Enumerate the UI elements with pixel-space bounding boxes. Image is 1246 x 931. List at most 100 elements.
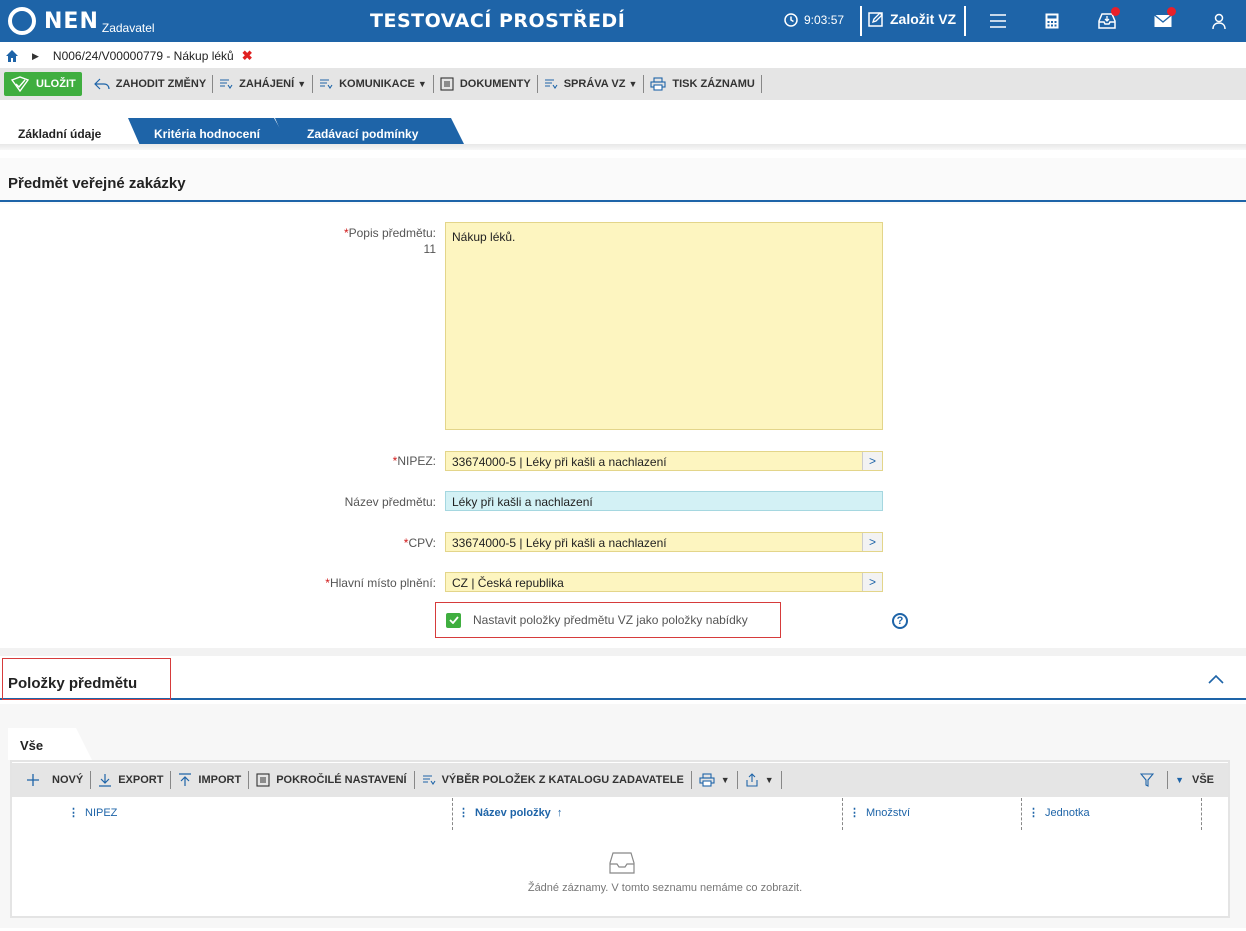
divider <box>760 75 762 93</box>
new-item-button[interactable]: NOVÝ <box>12 773 90 787</box>
column-header-nazev[interactable]: ⋮ Název položky ↑ <box>458 806 563 820</box>
menu-icon[interactable] <box>988 11 1008 31</box>
column-separator <box>1021 798 1022 830</box>
share-icon <box>746 773 758 787</box>
section-subject-header: Předmět veřejné zakázky <box>0 172 1246 202</box>
communication-menu-button[interactable]: KOMUNIKACE ▼ <box>313 72 433 96</box>
mail-icon[interactable] <box>1153 7 1176 31</box>
sort-arrow-icon: ↑ <box>556 806 563 819</box>
dropdown-caret-icon: ▼ <box>720 775 730 785</box>
clock-icon <box>784 13 798 27</box>
close-icon[interactable]: ✖ <box>242 48 253 64</box>
help-icon[interactable]: ? <box>892 613 908 629</box>
share-menu-button[interactable]: ▼ <box>738 773 781 787</box>
breadcrumb: ▶ N006/24/V00000779 - Nákup léků ✖ <box>0 46 1246 66</box>
notification-dot <box>1167 7 1176 16</box>
plus-icon <box>27 774 39 786</box>
environment-title: TESTOVACÍ PROSTŘEDÍ <box>370 10 626 32</box>
undo-icon <box>93 78 110 90</box>
name-field[interactable]: Léky při kašli a nachlazení <box>445 491 883 511</box>
tab-label: Základní údaje <box>18 127 102 141</box>
cpv-value: 33674000-5 | Léky při kašli a nachlazení <box>452 536 667 550</box>
document-icon <box>256 773 270 787</box>
logo-text: NEN <box>44 8 99 34</box>
chevron-right-icon[interactable]: > <box>862 573 882 591</box>
chevron-up-icon[interactable] <box>1208 674 1224 684</box>
dropdown-caret-icon: ▼ <box>417 79 427 89</box>
column-header-jednotka[interactable]: ⋮ Jednotka <box>1028 806 1090 820</box>
print-menu-button[interactable]: ▼ <box>692 773 737 787</box>
divider <box>780 771 782 789</box>
advanced-settings-button[interactable]: POKROČILÉ NASTAVENÍ <box>249 773 413 787</box>
items-as-offer-checkbox[interactable] <box>446 612 461 628</box>
documents-button[interactable]: DOKUMENTY <box>434 72 537 96</box>
export-button[interactable]: EXPORT <box>91 773 170 787</box>
session-clock: 9:03:57 <box>784 13 844 27</box>
documents-label: DOKUMENTY <box>459 78 531 90</box>
print-record-button[interactable]: TISK ZÁZNAMU <box>644 72 761 96</box>
import-button[interactable]: IMPORT <box>171 773 248 787</box>
column-header-mnozstvi[interactable]: ⋮ Množství <box>849 806 910 820</box>
new-label: NOVÝ <box>52 774 84 786</box>
tab-label: Kritéria hodnocení <box>154 127 261 141</box>
discard-changes-button[interactable]: ZAHODIT ZMĚNY <box>88 72 212 96</box>
list-icon <box>422 775 436 785</box>
import-label: IMPORT <box>198 774 242 786</box>
export-label: EXPORT <box>118 774 164 786</box>
breadcrumb-current[interactable]: N006/24/V00000779 - Nákup léků <box>53 49 234 63</box>
logo-circle-icon <box>8 7 36 35</box>
cpv-field[interactable]: 33674000-5 | Léky při kašli a nachlazení… <box>445 532 883 552</box>
column-header-nipez[interactable]: ⋮ NIPEZ <box>68 806 118 820</box>
column-label: NIPEZ <box>85 806 118 819</box>
save-button[interactable]: ULOŽIT <box>4 72 82 96</box>
section-items-header: Položky předmětu <box>0 670 1246 700</box>
catalog-selection-button[interactable]: VÝBĚR POLOŽEK Z KATALOGU ZADAVATELE <box>415 774 691 786</box>
view-all-dropdown[interactable]: ▼ VŠE <box>1168 774 1228 786</box>
view-all-label: VŠE <box>1191 774 1214 786</box>
place-field[interactable]: CZ | Česká republika > <box>445 572 883 592</box>
edit-icon <box>868 12 883 27</box>
chevron-right-icon[interactable]: > <box>862 452 882 470</box>
tab-label: Zadávací podmínky <box>307 127 419 141</box>
description-char-count: 11 <box>423 242 436 256</box>
start-label: ZAHÁJENÍ <box>239 78 295 90</box>
nipez-field[interactable]: 33674000-5 | Léky při kašli a nachlazení… <box>445 451 883 471</box>
list-icon <box>320 79 333 89</box>
document-icon <box>440 77 454 91</box>
dropdown-caret-icon: ▼ <box>1175 775 1184 785</box>
logo-subtitle: Zadavatel <box>101 21 155 35</box>
filter-button[interactable] <box>1133 773 1167 787</box>
list-icon <box>544 79 558 89</box>
tab-shadow <box>0 144 1246 150</box>
new-vz-label: Založit VZ <box>890 11 957 27</box>
printer-icon <box>650 77 666 91</box>
new-vz-button[interactable]: Založit VZ <box>868 11 956 27</box>
clock-time: 9:03:57 <box>804 13 845 27</box>
name-label: Název předmětu: <box>344 495 436 509</box>
divider <box>964 6 966 36</box>
column-separator <box>1201 798 1202 830</box>
logo[interactable]: NEN Zadavatel <box>8 5 155 37</box>
advanced-label: POKROČILÉ NASTAVENÍ <box>276 774 407 786</box>
cpv-label: *CPV: <box>403 536 436 550</box>
download-icon <box>99 774 112 787</box>
description-textarea[interactable]: Nákup léků. <box>445 222 883 430</box>
calculator-icon[interactable] <box>1042 11 1062 31</box>
dropdown-caret-icon: ▼ <box>297 79 307 89</box>
user-icon[interactable] <box>1209 11 1229 31</box>
home-icon[interactable] <box>6 50 18 62</box>
inbox-icon[interactable] <box>1097 7 1120 31</box>
notification-dot <box>1111 7 1120 16</box>
print-label: TISK ZÁZNAMU <box>672 78 755 90</box>
chevron-right-icon[interactable]: > <box>862 533 882 551</box>
list-icon <box>220 79 233 89</box>
management-menu-button[interactable]: SPRÁVA VZ ▼ <box>538 72 644 96</box>
printer-icon <box>699 773 715 787</box>
place-value: CZ | Česká republika <box>452 576 564 590</box>
start-menu-button[interactable]: ZAHÁJENÍ ▼ <box>213 72 312 96</box>
empty-tray-icon <box>609 852 635 874</box>
column-separator <box>842 798 843 830</box>
main-toolbar: ULOŽIT ZAHODIT ZMĚNY ZAHÁJENÍ ▼ KOMUNIKAC… <box>0 68 1246 100</box>
place-label: *Hlavní místo plnění: <box>325 576 436 590</box>
management-label: SPRÁVA VZ <box>563 78 626 90</box>
